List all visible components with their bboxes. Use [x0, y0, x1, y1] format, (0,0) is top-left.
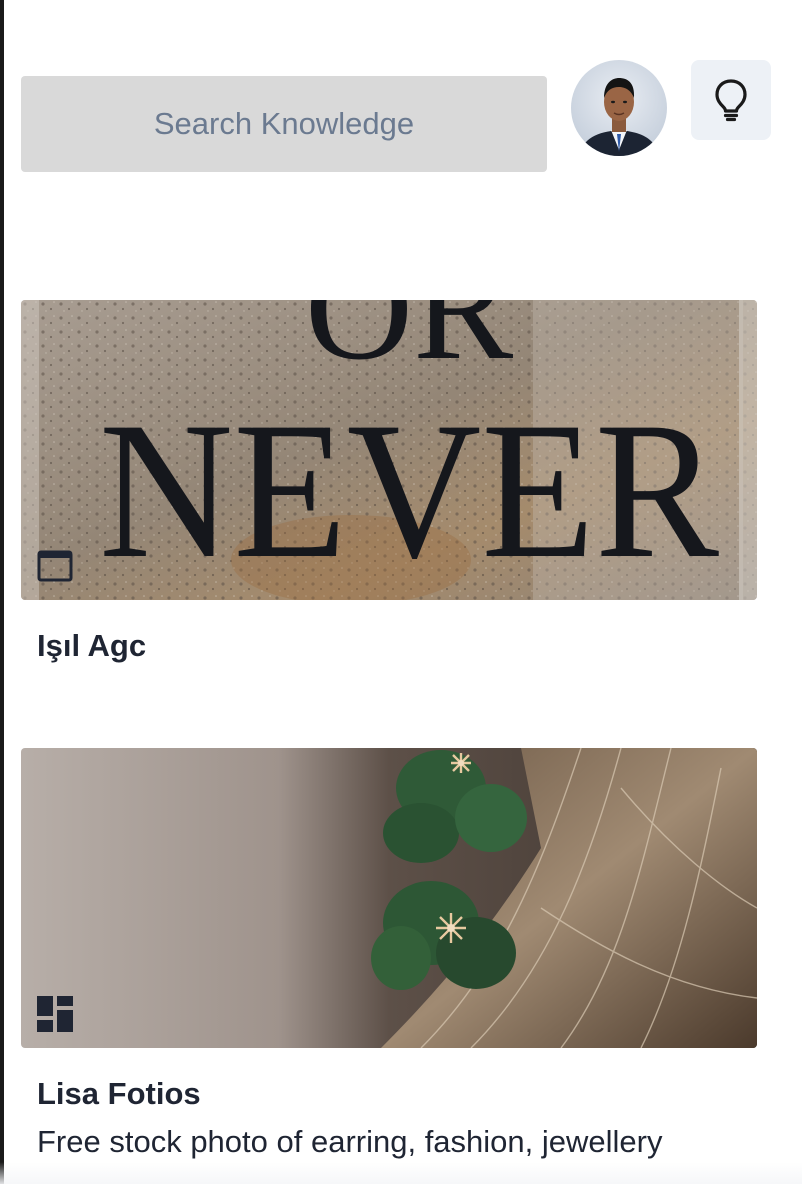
user-avatar[interactable] — [571, 60, 667, 156]
scroll-fade — [0, 1162, 802, 1184]
knowledge-card[interactable]: Lisa Fotios Free stock photo of earring,… — [21, 748, 757, 1160]
card-author[interactable]: Işıl Agc — [37, 628, 757, 664]
avatar-image — [579, 78, 659, 156]
card-image[interactable] — [21, 748, 757, 1048]
card-description: Free stock photo of earring, fashion, je… — [37, 1124, 663, 1159]
single-image-icon — [37, 550, 73, 582]
stone-sign-photo: OR NEVER — [21, 300, 757, 600]
earring-photo — [21, 748, 757, 1048]
knowledge-card[interactable]: OR NEVER Işıl Agc — [21, 300, 757, 664]
search-box[interactable] — [21, 76, 547, 172]
lightbulb-icon — [715, 79, 747, 122]
card-author[interactable]: Lisa Fotios — [37, 1076, 757, 1112]
ideas-button[interactable] — [691, 60, 771, 140]
gallery-layout-icon — [37, 996, 73, 1032]
sign-text-never: NEVER — [99, 382, 719, 599]
search-input[interactable] — [21, 76, 547, 172]
card-image[interactable]: OR NEVER — [21, 300, 757, 600]
window-left-edge — [0, 0, 4, 1184]
sign-text-or: OR — [305, 300, 513, 391]
